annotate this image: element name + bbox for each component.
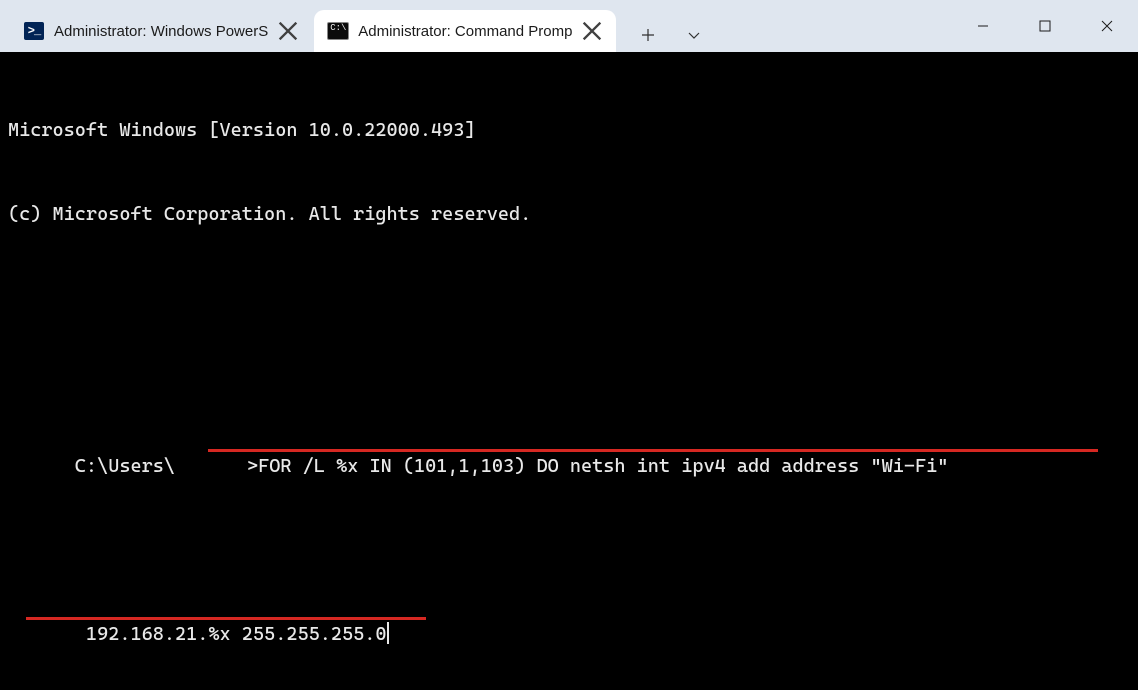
titlebar[interactable]: >_ Administrator: Windows PowerS C:\ Adm… xyxy=(0,0,1138,52)
tab-strip: >_ Administrator: Windows PowerS C:\ Adm… xyxy=(0,0,716,52)
close-window-button[interactable] xyxy=(1076,0,1138,52)
window-controls xyxy=(952,0,1138,52)
cmd-icon: C:\ xyxy=(328,23,348,39)
annotation-underline xyxy=(26,617,426,620)
new-tab-button[interactable] xyxy=(626,18,670,52)
terminal-output-line: (c) Microsoft Corporation. All rights re… xyxy=(8,200,1130,228)
annotation-underline xyxy=(208,449,1098,452)
powershell-icon: >_ xyxy=(24,23,44,39)
redacted-username xyxy=(175,455,247,475)
minimize-button[interactable] xyxy=(952,0,1014,52)
tab-dropdown-button[interactable] xyxy=(672,18,716,52)
prompt-suffix: > xyxy=(247,455,258,477)
tab-label: Administrator: Windows PowerS xyxy=(54,23,268,40)
tab-actions xyxy=(618,18,716,52)
terminal-command-line: C:\Users\ >FOR /L %x IN (101,1,103) DO ne… xyxy=(8,424,1130,536)
terminal-window: >_ Administrator: Windows PowerS C:\ Adm… xyxy=(0,0,1138,690)
text-cursor xyxy=(387,622,389,644)
command-text-part1: FOR /L %x IN (101,1,103) DO netsh int ip… xyxy=(258,455,948,477)
titlebar-drag-region[interactable] xyxy=(716,0,952,52)
terminal-body[interactable]: Microsoft Windows [Version 10.0.22000.49… xyxy=(0,52,1138,690)
tab-command-prompt[interactable]: C:\ Administrator: Command Promp xyxy=(314,10,616,52)
maximize-button[interactable] xyxy=(1014,0,1076,52)
close-tab-button[interactable] xyxy=(582,21,602,41)
terminal-command-line-cont: 192.168.21.%x 255.255.255.0 xyxy=(8,592,1130,690)
terminal-output-line: Microsoft Windows [Version 10.0.22000.49… xyxy=(8,116,1130,144)
tab-label: Administrator: Command Promp xyxy=(358,23,572,40)
prompt-path: C:\Users\ xyxy=(75,455,175,477)
terminal-blank-line xyxy=(8,284,1130,312)
command-text-part2: 192.168.21.%x 255.255.255.0 xyxy=(75,623,387,645)
close-tab-button[interactable] xyxy=(278,21,298,41)
tab-powershell[interactable]: >_ Administrator: Windows PowerS xyxy=(10,10,312,52)
